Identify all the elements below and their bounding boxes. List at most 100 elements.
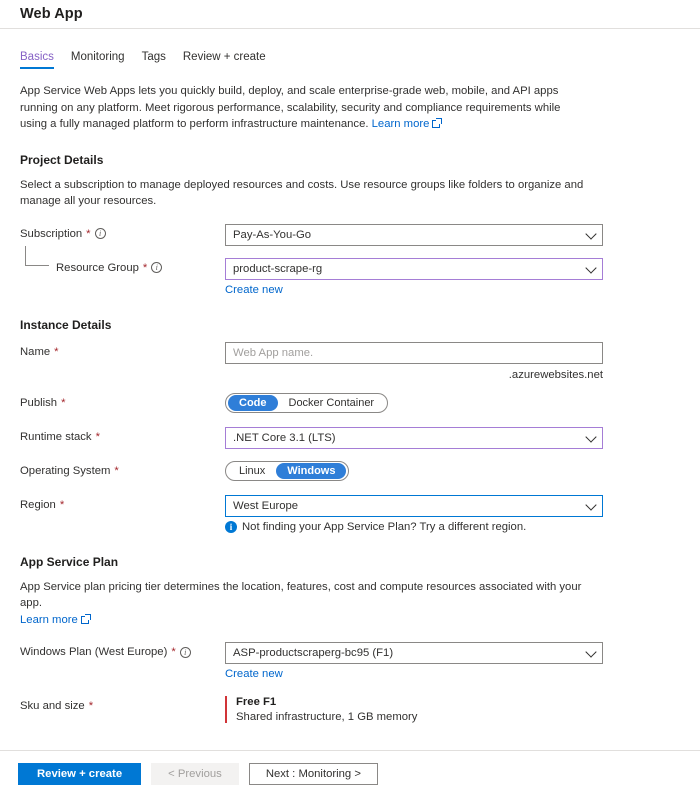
windows-plan-label-text: Windows Plan (West Europe) [20,646,168,658]
region-select[interactable]: West Europe [225,494,603,517]
windows-plan-required-marker: * [171,646,176,658]
publish-field: Code Docker Container [225,392,603,413]
subscription-row: Subscription * i Pay-As-You-Go [20,223,680,246]
name-input[interactable]: Web App name. [225,341,603,364]
subscription-select[interactable]: Pay-As-You-Go [225,223,603,246]
app-service-plan-description: App Service plan pricing tier determines… [20,579,592,629]
publish-option-docker[interactable]: Docker Container [278,395,386,411]
windows-plan-create-new-link[interactable]: Create new [225,668,283,680]
publish-required-marker: * [61,396,66,409]
sku-tier-name: Free F1 [236,696,277,708]
blade-content: App Service Web Apps lets you quickly bu… [0,69,700,723]
name-field: Web App name. .azurewebsites.net [225,341,603,381]
sku-label-text: Sku and size [20,700,85,712]
intro-learn-more-link[interactable]: Learn more [372,118,430,130]
subscription-info-icon[interactable]: i [94,228,106,239]
name-domain-suffix: .azurewebsites.net [508,368,603,381]
sku-row: Sku and size * Free F1 Shared infrastruc… [20,696,680,723]
resource-group-row: Resource Group * i product-scrape-rg Cre… [20,245,680,298]
web-app-create-blade: Web App Basics Monitoring Tags Review + … [0,0,700,797]
blade-header: Web App [0,0,700,29]
chevron-down-icon [585,430,597,443]
windows-plan-row: Windows Plan (West Europe) * i ASP-produ… [20,642,680,682]
chevron-down-icon [585,227,597,240]
operating-system-toggle[interactable]: Linux Windows [225,460,350,481]
windows-plan-select[interactable]: ASP-productscraperg-bc95 (F1) [225,642,603,664]
name-row: Name * Web App name. .azurewebsites.net [20,341,680,381]
previous-button: < Previous [151,763,239,785]
operating-system-label-text: Operating System [20,464,111,477]
runtime-stack-value: .NET Core 3.1 (LTS) [233,431,336,444]
publish-label: Publish * [20,393,225,409]
resource-group-value: product-scrape-rg [233,262,323,275]
resource-group-select[interactable]: product-scrape-rg [225,257,603,280]
review-create-button[interactable]: Review + create [18,763,142,785]
chevron-down-icon [585,498,597,511]
name-required-marker: * [54,345,59,358]
name-label: Name * [20,342,225,358]
runtime-stack-select[interactable]: .NET Core 3.1 (LTS) [225,426,603,449]
resource-group-required-marker: * [142,261,148,274]
os-option-linux[interactable]: Linux [228,463,276,479]
subscription-required-marker: * [86,227,91,240]
subscription-label-text: Subscription [20,227,83,240]
name-label-text: Name [20,345,51,358]
windows-plan-info-icon[interactable]: i [179,646,191,658]
operating-system-required-marker: * [114,464,119,477]
subscription-field: Pay-As-You-Go [225,223,603,246]
region-label: Region * [20,495,225,511]
external-link-icon [80,613,91,624]
region-value: West Europe [233,499,299,512]
project-details-description: Select a subscription to manage deployed… [20,178,584,208]
region-hint-text: Not finding your App Service Plan? Try a… [242,520,527,533]
app-service-plan-description-text: App Service plan pricing tier determines… [20,580,582,610]
publish-toggle[interactable]: Code Docker Container [225,392,389,413]
operating-system-label: Operating System * [20,461,225,477]
runtime-stack-required-marker: * [95,430,100,443]
operating-system-row: Operating System * Linux Windows [20,460,680,483]
sku-tier-description: Shared infrastructure, 1 GB memory [236,711,418,723]
region-row: Region * West Europe i Not finding your … [20,494,680,533]
publish-option-code[interactable]: Code [228,394,278,411]
resource-group-info-icon[interactable]: i [151,262,163,273]
intro-paragraph: App Service Web Apps lets you quickly bu… [20,83,590,133]
resource-group-create-new-link[interactable]: Create new [225,284,283,296]
wizard-tabs: Basics Monitoring Tags Review + create [0,29,700,69]
windows-plan-field: ASP-productscraperg-bc95 (F1) Create new [225,642,603,682]
info-circle-icon: i [225,520,237,533]
chevron-down-icon [585,646,597,658]
runtime-stack-field: .NET Core 3.1 (LTS) [225,426,603,449]
name-placeholder: Web App name. [233,346,314,359]
runtime-stack-label-text: Runtime stack [20,430,92,443]
sku-label: Sku and size * [20,696,225,712]
tree-connector-icon [25,245,49,266]
next-monitoring-button[interactable]: Next : Monitoring > [248,763,378,785]
subscription-label: Subscription * i [20,224,225,240]
tab-review-create[interactable]: Review + create [183,51,266,69]
windows-plan-value: ASP-productscraperg-bc95 (F1) [233,647,394,659]
chevron-down-icon [585,261,597,274]
region-field: West Europe i Not finding your App Servi… [225,494,603,533]
wizard-footer: Review + create < Previous Next : Monito… [0,750,700,797]
external-link-icon [432,118,443,128]
os-option-windows[interactable]: Windows [276,462,347,479]
page-title: Web App [20,6,83,22]
region-required-marker: * [59,498,65,511]
intro-text: App Service Web Apps lets you quickly bu… [20,85,561,130]
sku-summary[interactable]: Free F1 Shared infrastructure, 1 GB memo… [225,696,603,723]
instance-details-heading: Instance Details [20,317,112,332]
sku-field: Free F1 Shared infrastructure, 1 GB memo… [225,696,603,723]
app-service-plan-heading: App Service Plan [20,554,119,569]
tab-basics[interactable]: Basics [20,51,54,69]
tab-tags[interactable]: Tags [142,51,166,69]
sku-required-marker: * [88,700,94,712]
resource-group-label-text: Resource Group [56,261,139,274]
region-label-text: Region [20,498,56,511]
publish-row: Publish * Code Docker Container [20,392,680,415]
resource-group-field: product-scrape-rg Create new [225,257,603,298]
app-service-plan-learn-more-link[interactable]: Learn more [20,614,78,626]
runtime-stack-label: Runtime stack * [20,427,225,443]
resource-group-label: Resource Group * i [20,245,225,274]
tab-monitoring[interactable]: Monitoring [71,51,125,69]
subscription-value: Pay-As-You-Go [233,228,312,241]
